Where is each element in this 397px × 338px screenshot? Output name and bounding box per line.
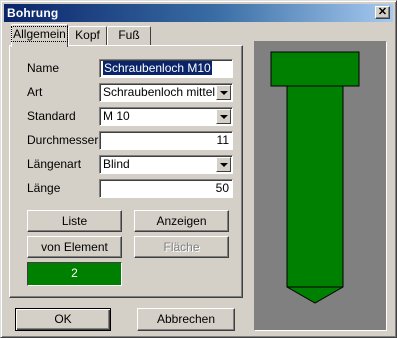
tab-panel-allgemein: Name Schraubenloch M10 Art Schraubenloch… <box>9 45 243 298</box>
chevron-down-icon[interactable] <box>216 157 231 172</box>
window-title: Bohrung <box>7 6 59 20</box>
anzeigen-button[interactable]: Anzeigen <box>134 210 229 232</box>
hole-preview-panel <box>254 41 387 331</box>
laengenart-label: Längenart <box>27 157 82 171</box>
von-element-button[interactable]: von Element <box>27 236 122 258</box>
art-select[interactable]: Schraubenloch mittel <box>99 83 233 102</box>
hole-head-shape <box>270 51 360 87</box>
liste-button[interactable]: Liste <box>27 210 122 232</box>
name-input-value: Schraubenloch M10 <box>103 61 212 75</box>
standard-label: Standard <box>27 109 76 123</box>
laengenart-select-value: Blind <box>103 157 130 171</box>
ok-button[interactable]: OK <box>15 308 111 331</box>
name-label: Name <box>27 61 60 75</box>
durchmesser-label: Durchmesser <box>27 133 99 147</box>
close-button[interactable]: ✕ <box>375 6 390 19</box>
laengenart-select[interactable]: Blind <box>99 155 233 174</box>
tab-kopf[interactable]: Kopf <box>68 26 107 45</box>
cancel-button[interactable]: Abbrechen <box>137 308 235 331</box>
laenge-input[interactable]: 50 <box>99 179 233 198</box>
laenge-label: Länge <box>27 181 61 195</box>
art-label: Art <box>27 85 43 99</box>
durchmesser-input[interactable]: 11 <box>99 131 233 150</box>
color-swatch-value: 2 <box>71 266 78 280</box>
tab-fuss-label: Fuß <box>118 28 140 42</box>
hole-preview-drawing <box>255 42 386 330</box>
standard-select-value: M 10 <box>103 109 130 123</box>
tab-allgemein[interactable]: Allgemein <box>11 24 68 47</box>
chevron-down-icon[interactable] <box>216 85 231 100</box>
flaeche-button: Fläche <box>134 236 229 258</box>
tab-fuss[interactable]: Fuß <box>107 26 151 45</box>
color-swatch-button[interactable]: 2 <box>27 262 122 286</box>
chevron-down-icon[interactable] <box>216 109 231 124</box>
title-bar[interactable]: Bohrung ✕ <box>4 4 393 22</box>
tab-allgemein-label: Allgemein <box>11 26 68 42</box>
name-input[interactable]: Schraubenloch M10 <box>99 59 233 78</box>
hole-shaft-shape <box>286 85 344 304</box>
standard-select[interactable]: M 10 <box>99 107 233 126</box>
dialog-window: Bohrung ✕ Allgemein Kopf Fuß Name Schrau… <box>0 0 397 338</box>
tab-kopf-label: Kopf <box>75 28 100 42</box>
laenge-input-value: 50 <box>215 181 229 195</box>
close-icon: ✕ <box>377 6 388 18</box>
art-select-value: Schraubenloch mittel <box>103 85 216 99</box>
durchmesser-input-value: 11 <box>216 133 229 147</box>
